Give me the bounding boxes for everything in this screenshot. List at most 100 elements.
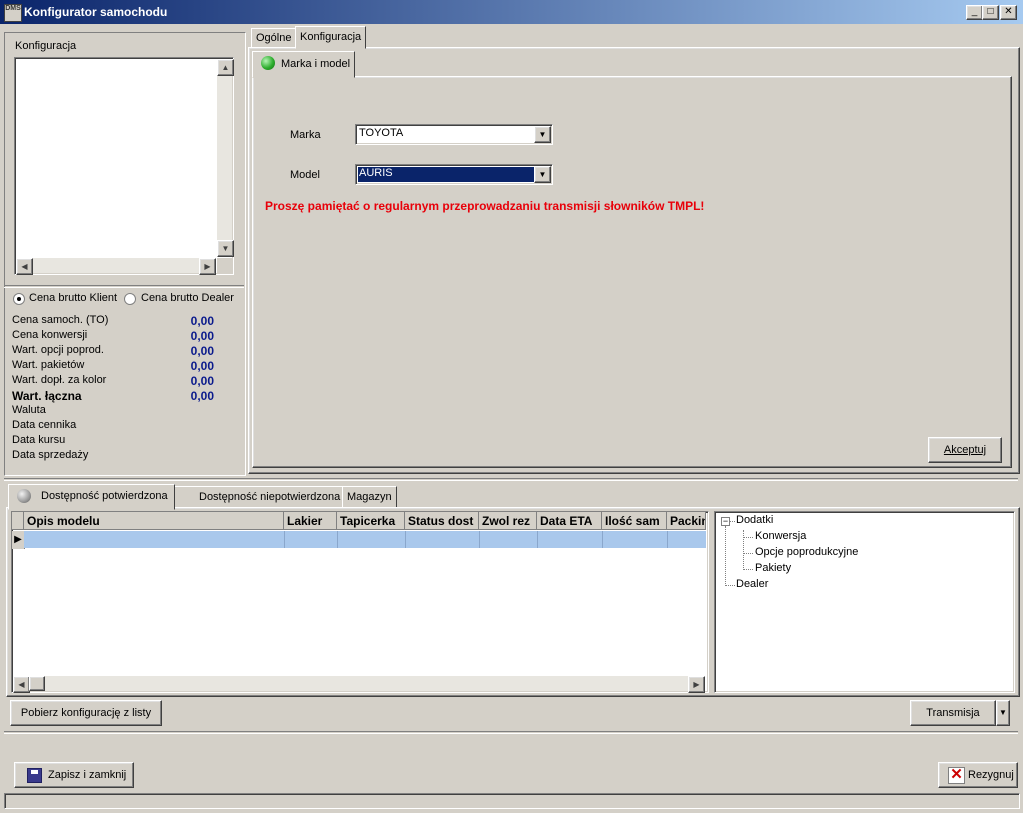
price-label-conversion: Cena konwersji xyxy=(12,329,88,341)
save-close-button[interactable]: Zapisz i zamknij xyxy=(14,762,134,788)
model-value: AURIS xyxy=(359,167,393,179)
collapse-icon[interactable]: − xyxy=(721,517,730,526)
column-header[interactable]: Opis modelu xyxy=(24,512,284,530)
title-bar[interactable]: DMS Konfigurator samochodu _ □ ✕ xyxy=(0,0,1023,24)
tree-node-post-production-options[interactable]: Opcje poprodukcyjne xyxy=(755,546,858,558)
tree-node-additions[interactable]: Dodatki xyxy=(736,514,773,526)
status-neutral-icon xyxy=(17,489,31,503)
column-header[interactable]: Zwol rez xyxy=(479,512,537,530)
chevron-down-icon[interactable]: ▼ xyxy=(534,126,551,143)
tab-availability-unconfirmed[interactable]: Dostępność niepotwierdzona xyxy=(170,486,346,508)
tree-connector xyxy=(743,569,753,570)
scroll-right-icon[interactable]: ▶ xyxy=(199,258,216,275)
cell-divider xyxy=(667,531,668,548)
price-value-packages: 0,00 xyxy=(190,359,214,373)
scroll-down-icon[interactable]: ▼ xyxy=(217,240,234,257)
vertical-scrollbar[interactable]: ▲ ▼ xyxy=(217,59,234,257)
price-label-car: Cena samoch. (TO) xyxy=(12,314,109,326)
column-header[interactable]: Data ETA xyxy=(537,512,602,530)
tree-connector xyxy=(743,537,753,538)
make-label: Marka xyxy=(290,129,321,141)
floppy-label xyxy=(31,770,38,774)
minimize-button[interactable]: _ xyxy=(966,5,983,20)
app-icon: DMS xyxy=(4,4,22,22)
price-value-color: 0,00 xyxy=(190,374,214,388)
tab-availability-confirmed-label: Dostępność potwierdzona xyxy=(41,490,168,502)
tab-configuration-label: Konfiguracja xyxy=(300,31,362,43)
make-combobox[interactable]: TOYOTA ▼ xyxy=(355,124,553,145)
save-close-button-label: Zapisz i zamknij xyxy=(48,769,127,781)
price-value-options: 0,00 xyxy=(190,344,214,358)
tree-connector xyxy=(743,553,753,554)
cancel-button-label: Rezygnuj xyxy=(968,769,1014,781)
close-button[interactable]: ✕ xyxy=(1000,5,1017,20)
status-bar xyxy=(4,793,1020,809)
divider xyxy=(4,478,1018,481)
column-header[interactable]: Ilość sam xyxy=(602,512,667,530)
column-header[interactable]: Packin xyxy=(667,512,706,530)
table-row[interactable] xyxy=(24,531,706,548)
tree-node-dealer[interactable]: Dealer xyxy=(736,578,768,590)
maximize-button[interactable]: □ xyxy=(982,5,999,20)
column-header[interactable]: Lakier xyxy=(284,512,337,530)
info-label-sale-date: Data sprzedaży xyxy=(12,449,89,461)
divider xyxy=(4,285,244,288)
info-label-currency: Waluta xyxy=(12,404,46,416)
row-indicator-header xyxy=(12,512,24,530)
scroll-left-icon[interactable]: ◀ xyxy=(13,676,30,693)
options-tree[interactable]: − Dodatki Konwersja Opcje poprodukcyjne … xyxy=(714,511,1015,693)
scroll-up-icon[interactable]: ▲ xyxy=(217,59,234,76)
availability-grid[interactable]: Opis modelu Lakier Tapicerka Status dost… xyxy=(11,511,709,693)
model-combobox[interactable]: AURIS ▼ xyxy=(355,164,553,185)
price-value-car: 0,00 xyxy=(190,314,214,328)
scroll-right-icon[interactable]: ▶ xyxy=(688,676,705,693)
tab-make-model[interactable]: Marka i model xyxy=(252,51,356,78)
tree-connector xyxy=(725,526,726,586)
tree-connector xyxy=(730,521,735,522)
horizontal-scrollbar[interactable]: ◀ ▶ xyxy=(16,258,216,275)
tab-make-model-label: Marka i model xyxy=(281,58,351,70)
fetch-config-button[interactable]: Pobierz konfigurację z listy xyxy=(10,700,162,726)
radio-client-price[interactable] xyxy=(13,293,25,305)
price-label-packages: Wart. pakietów xyxy=(12,359,85,371)
tab-warehouse-label: Magazyn xyxy=(347,491,392,503)
window-title: Konfigurator samochodu xyxy=(24,5,168,19)
make-value: TOYOTA xyxy=(359,127,404,139)
horizontal-scrollbar[interactable]: ◀ ▶ xyxy=(13,676,705,693)
cell-divider xyxy=(602,531,603,548)
tab-general-label: Ogólne xyxy=(256,32,292,44)
tab-availability-confirmed[interactable]: Dostępność potwierdzona xyxy=(8,484,175,510)
radio-dealer-label[interactable]: Cena brutto Dealer xyxy=(141,292,234,304)
accept-button[interactable]: Akceptuj xyxy=(928,437,1002,463)
cell-divider xyxy=(337,531,338,548)
cell-divider xyxy=(405,531,406,548)
model-label: Model xyxy=(290,169,320,181)
tree-connector xyxy=(743,530,744,570)
transmission-button-label: Transmisja xyxy=(926,707,980,719)
radio-dealer-price[interactable] xyxy=(124,293,136,305)
cell-divider xyxy=(537,531,538,548)
price-label-total: Wart. łączna xyxy=(12,389,82,403)
price-label-options: Wart. opcji poprod. xyxy=(12,344,104,356)
tab-warehouse[interactable]: Magazyn xyxy=(342,486,397,508)
tree-node-conversion[interactable]: Konwersja xyxy=(755,530,806,542)
radio-client-label[interactable]: Cena brutto Klient xyxy=(29,292,117,304)
cancel-button[interactable]: ✕ Rezygnuj xyxy=(938,762,1018,788)
transmission-dropdown-icon[interactable]: ▼ xyxy=(996,700,1010,726)
tree-node-packages[interactable]: Pakiety xyxy=(755,562,791,574)
scroll-corner xyxy=(217,258,232,273)
tab-configuration[interactable]: Konfiguracja xyxy=(295,26,367,49)
info-label-pricelist-date: Data cennika xyxy=(12,419,77,431)
transmission-button[interactable]: Transmisja xyxy=(910,700,996,726)
price-value-conversion: 0,00 xyxy=(190,329,214,343)
divider xyxy=(4,731,1018,734)
column-header[interactable]: Status dost xyxy=(405,512,479,530)
column-header[interactable]: Tapicerka xyxy=(337,512,405,530)
floppy-disk-icon xyxy=(27,768,42,783)
configuration-list[interactable]: ▲ ▼ ◀ ▶ xyxy=(14,57,234,275)
cell-divider xyxy=(284,531,285,548)
scroll-thumb[interactable] xyxy=(29,676,45,691)
scroll-left-icon[interactable]: ◀ xyxy=(16,258,33,275)
tab-general[interactable]: Ogólne xyxy=(251,28,297,48)
chevron-down-icon[interactable]: ▼ xyxy=(534,166,551,183)
